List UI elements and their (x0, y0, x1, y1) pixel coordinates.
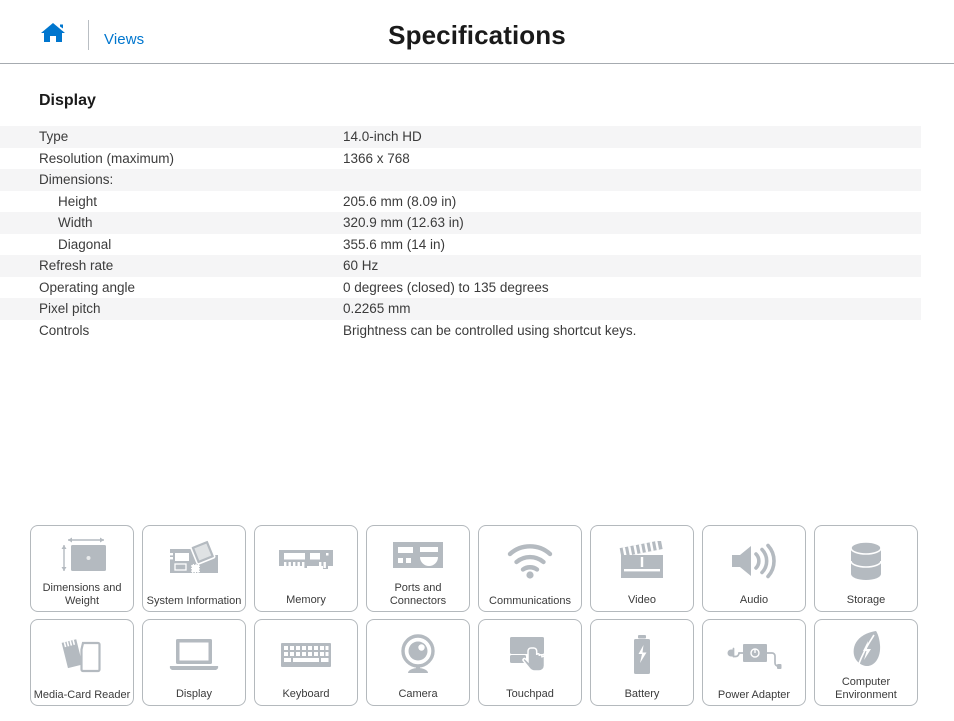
spec-row: Resolution (maximum) 1366 x 768 (0, 148, 921, 170)
tile-system-information[interactable]: System Information (142, 525, 246, 612)
tile-computer-environment[interactable]: Computer Environment (814, 619, 918, 706)
tile-battery[interactable]: Battery (590, 619, 694, 706)
laptop-screen-icon (143, 620, 245, 688)
motherboard-icon (143, 526, 245, 595)
spec-row: Operating angle 0 degrees (closed) to 135… (0, 277, 921, 299)
tile-label: Media-Card Reader (33, 688, 131, 701)
spec-value: 14.0-inch HD (343, 129, 422, 144)
leaf-icon (815, 620, 917, 676)
spec-value: 1366 x 768 (343, 150, 410, 166)
tile-ports-and-connectors[interactable]: Ports and Connectors (366, 525, 470, 612)
tile-label: Computer Environment (835, 676, 897, 701)
battery-icon (591, 620, 693, 688)
spec-label: Type (39, 129, 69, 144)
tile-label: Battery (624, 687, 660, 700)
tile-label: Display (175, 687, 213, 700)
tile-label: Keyboard (282, 687, 330, 700)
spec-row: Height 205.6 mm (8.09 in) (0, 191, 921, 213)
tile-row: Media-Card Reader Display Keyboard Camer… (30, 619, 924, 706)
touchpad-hand-icon (479, 620, 581, 688)
tile-storage[interactable]: Storage (814, 525, 918, 612)
memory-module-icon (255, 526, 357, 594)
memory-card-icon (31, 620, 133, 689)
spec-value: 320.9 mm (12.63 in) (343, 215, 464, 230)
tile-label: Camera (398, 687, 438, 700)
spec-value: 0 degrees (closed) to 135 degrees (343, 279, 549, 295)
spec-value: 355.6 mm (14 in) (343, 236, 446, 252)
tile-label: Ports and Connectors (389, 582, 447, 607)
tile-camera[interactable]: Camera (366, 619, 470, 706)
tile-audio[interactable]: Audio (702, 525, 806, 612)
spec-row: Refresh rate 60 Hz (0, 255, 921, 277)
keyboard-icon (255, 620, 357, 688)
spec-row: Controls Brightness can be controlled usi… (0, 320, 921, 342)
page-title: Specifications (388, 20, 566, 50)
spec-label: Width (58, 215, 93, 230)
tile-label: Communications (489, 594, 571, 607)
tile-power-adapter[interactable]: Power Adapter (702, 619, 806, 706)
tile-label: Video (628, 593, 656, 606)
spec-row: Diagonal 355.6 mm (14 in) (0, 234, 921, 256)
tile-display[interactable]: Display (142, 619, 246, 706)
tile-row: Dimensions and Weight System Information (30, 525, 924, 612)
tile-label: Power Adapter (717, 688, 791, 701)
spec-label: Height (58, 193, 98, 209)
spec-label: Diagonal (58, 236, 112, 252)
speaker-icon (703, 526, 805, 594)
section-title: Display (39, 92, 96, 109)
spec-row: Width 320.9 mm (12.63 in) (0, 212, 921, 234)
spec-label: Operating angle (39, 279, 136, 295)
spec-label: Resolution (maximum) (39, 150, 175, 166)
tile-media-card-reader[interactable]: Media-Card Reader (30, 619, 134, 706)
tile-label: Memory (286, 593, 326, 606)
tile-touchpad[interactable]: Touchpad (478, 619, 582, 706)
tile-label: System Information (146, 594, 242, 607)
laptop-dimensions-icon (31, 526, 133, 582)
category-tile-grid: Dimensions and Weight System Information (30, 525, 924, 706)
power-adapter-icon (703, 620, 805, 689)
tile-label: Storage (846, 593, 886, 606)
ports-icon (367, 526, 469, 582)
spec-value: 0.2265 mm (343, 301, 411, 316)
wifi-icon (479, 526, 581, 595)
spec-row: Pixel pitch 0.2265 mm (0, 298, 921, 320)
tile-memory[interactable]: Memory (254, 525, 358, 612)
tile-label: Dimensions and Weight (42, 582, 122, 607)
tile-dimensions-and-weight[interactable]: Dimensions and Weight (30, 525, 134, 612)
spec-value: 60 Hz (343, 258, 379, 273)
tile-label: Audio (739, 593, 769, 606)
spec-value: 205.6 mm (8.09 in) (343, 193, 457, 209)
tile-keyboard[interactable]: Keyboard (254, 619, 358, 706)
spec-label: Controls (39, 322, 90, 338)
spec-value: Brightness can be controlled using short… (343, 322, 637, 338)
clapperboard-icon (591, 526, 693, 594)
tile-communications[interactable]: Communications (478, 525, 582, 612)
tile-video[interactable]: Video (590, 525, 694, 612)
specifications-table: Type 14.0-inch HD Resolution (maximum) 1366… (0, 126, 921, 341)
tile-label: Touchpad (506, 687, 554, 700)
app-header: Views Specifications (0, 0, 954, 64)
spec-label: Pixel pitch (39, 301, 101, 316)
spec-row: Dimensions: (0, 169, 921, 191)
webcam-icon (367, 620, 469, 688)
drive-cylinder-icon (815, 526, 917, 594)
spec-row: Type 14.0-inch HD (0, 126, 921, 148)
spec-label: Refresh rate (39, 258, 114, 273)
spec-label: Dimensions: (39, 172, 114, 187)
